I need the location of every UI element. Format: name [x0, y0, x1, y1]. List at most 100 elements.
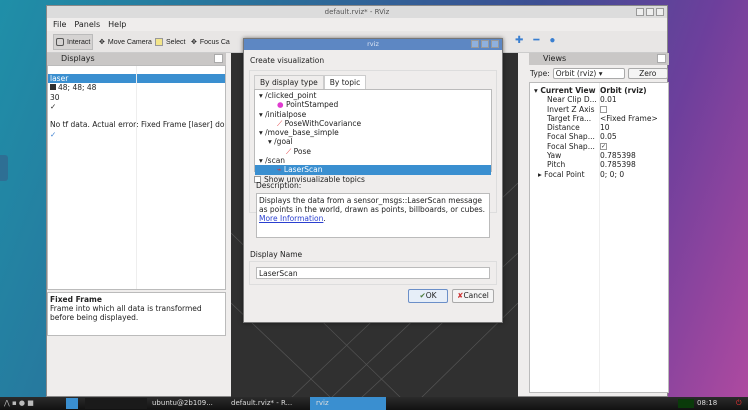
property-row[interactable]: Pitch 0.785398 [530, 160, 668, 169]
topic-item[interactable]: ⟋ Pose [255, 147, 491, 156]
tab-by-topic[interactable]: By topic [323, 75, 367, 89]
topic-label: /goal [274, 137, 293, 147]
property-value[interactable]: 0; 0; 0 [600, 170, 624, 179]
move-camera-button[interactable]: ✥ Move Camera [97, 34, 154, 50]
topic-item[interactable]: ▾ /initialpose [255, 110, 491, 119]
interact-button[interactable]: Interact [53, 34, 94, 50]
display-name-input[interactable]: LaserScan [256, 267, 490, 279]
topic-label: LaserScan [283, 165, 323, 175]
property-value[interactable]: ✓ [600, 142, 607, 150]
taskbar-item-rviz-main[interactable]: default.rviz* - R... [231, 397, 292, 410]
display-name-label: Display Name [250, 250, 303, 259]
close-button[interactable] [656, 8, 664, 16]
dialog-close-button[interactable] [491, 40, 499, 48]
property-row[interactable]: Target Fra... <Fixed Frame> [530, 114, 668, 123]
laserscan-icon: ⌁ [277, 165, 284, 175]
workspace-switcher[interactable] [85, 398, 147, 409]
ok-button[interactable]: ✔OK [408, 289, 448, 303]
topic-item[interactable]: ▾ /goal [255, 137, 491, 146]
topic-label: /clicked_point [265, 91, 317, 100]
property-value[interactable]: 10 [600, 123, 610, 132]
taskbar-item-rviz-dialog[interactable]: rviz [310, 397, 386, 410]
topic-item[interactable]: ▾ /move_base_simple [255, 128, 491, 137]
focus-camera-label: Focus Ca [199, 38, 230, 46]
minimize-button[interactable] [636, 8, 644, 16]
displays-header: Displays [47, 53, 226, 65]
dialog-maximize-button[interactable] [481, 40, 489, 48]
cancel-button[interactable]: ✘Cancel [452, 289, 494, 303]
property-row[interactable]: ▸ Focal Point 0; 0; 0 [530, 170, 668, 179]
property-name-text: Current View [540, 86, 596, 95]
tab-by-display-type[interactable]: By display type [254, 75, 324, 89]
desktop-icon[interactable] [66, 398, 78, 409]
window-title: default.rviz* - RViz [324, 8, 390, 16]
topic-item[interactable]: ▾ /scan [255, 156, 491, 165]
taskbar-item-terminal[interactable]: ubuntu@2b109... [152, 397, 213, 410]
more-information-link[interactable]: More Information [259, 214, 323, 223]
side-panel-handle[interactable] [0, 155, 8, 181]
property-value[interactable]: Orbit (rviz) [600, 86, 647, 95]
displays-title: Displays [61, 54, 95, 63]
topic-label: PointStamped [285, 100, 339, 110]
property-row[interactable]: Yaw 0.785398 [530, 151, 668, 160]
property-row[interactable]: Near Clip D... 0.01 [530, 95, 668, 104]
select-button[interactable]: Select [153, 34, 187, 50]
power-icon[interactable]: ⏻ [736, 397, 742, 410]
clock: 08:18 [697, 399, 718, 407]
interact-label: Interact [67, 38, 91, 46]
color-text: 48; 48; 48 [58, 83, 97, 93]
property-name: ▾ Current View [534, 86, 596, 95]
focus-camera-button[interactable]: ✥ Focus Ca [189, 34, 232, 50]
topic-item[interactable]: ⟋ PoseWithCovariance [255, 119, 491, 128]
views-panel: Views Type: Orbit (rviz) ▾ Zero ▾ Curren… [529, 53, 669, 398]
view-properties: ▾ Current View Orbit (rviz) Near Clip D...… [529, 82, 669, 393]
property-name: ▸ Focal Point [538, 169, 585, 179]
zero-button[interactable]: Zero [627, 68, 668, 79]
topic-item[interactable]: ▾ /clicked_point [255, 91, 491, 100]
property-row[interactable]: Invert Z Axis [530, 105, 668, 114]
property-value[interactable] [600, 105, 607, 113]
view-type-select[interactable]: Orbit (rviz) ▾ [552, 68, 625, 79]
property-value[interactable]: 0.01 [600, 95, 617, 104]
property-name: Yaw [530, 151, 600, 160]
point-icon: ● [277, 100, 286, 110]
property-value[interactable]: 0.785398 [600, 160, 636, 169]
views-header: Views [529, 53, 669, 65]
add-tool-icon[interactable]: ✚ [515, 35, 523, 46]
topic-label: PoseWithCovariance [284, 118, 362, 128]
property-name-text: Invert Z Axis [547, 104, 595, 114]
ok-label: OK [425, 291, 437, 300]
view-type-value: Orbit (rviz) [555, 69, 597, 78]
topic-label: Pose [293, 146, 312, 156]
start-menu-icon[interactable]: ⋀ ▪ ● ■ [4, 397, 34, 410]
property-row[interactable]: Distance 10 [530, 123, 668, 132]
menu-file[interactable]: File [53, 18, 66, 31]
menu-panels[interactable]: Panels [74, 18, 100, 31]
type-label: Type: [530, 69, 550, 78]
eye-icon[interactable]: ● [549, 35, 555, 46]
property-row[interactable]: ▾ Current View Orbit (rviz) [530, 86, 668, 95]
select-label: Select [166, 38, 186, 46]
property-name: Target Fra... [530, 114, 600, 123]
property-value[interactable]: 0.785398 [600, 151, 636, 160]
description-text: Displays the data from a sensor_msgs::La… [259, 196, 485, 214]
property-value[interactable]: 0.05 [600, 132, 617, 141]
topic-tree: ▾ /clicked_point ● PointStamped ▾ /initial… [254, 89, 492, 175]
property-name: Invert Z Axis [530, 105, 600, 114]
pose-covariance-icon: ⟋ [277, 118, 285, 128]
menu-help[interactable]: Help [108, 18, 126, 31]
topic-item[interactable]: ⌁ LaserScan [255, 165, 491, 175]
panel-close-icon[interactable] [657, 54, 666, 63]
maximize-button[interactable] [646, 8, 654, 16]
topic-label: /scan [265, 156, 286, 166]
property-name-text: Near Clip D... [547, 95, 597, 105]
property-row[interactable]: Focal Shap... 0.05 [530, 132, 668, 141]
create-visualization-dialog: rviz Create visualization By display typ… [243, 38, 503, 323]
topic-item[interactable]: ● PointStamped [255, 100, 491, 109]
remove-tool-icon[interactable]: ━ [533, 35, 539, 46]
property-row[interactable]: Focal Shap... ✓ [530, 142, 668, 151]
property-value[interactable]: <Fixed Frame> [600, 114, 658, 123]
panel-close-icon[interactable] [214, 54, 223, 63]
dialog-minimize-button[interactable] [471, 40, 479, 48]
menu-bar: File Panels Help [47, 18, 126, 31]
